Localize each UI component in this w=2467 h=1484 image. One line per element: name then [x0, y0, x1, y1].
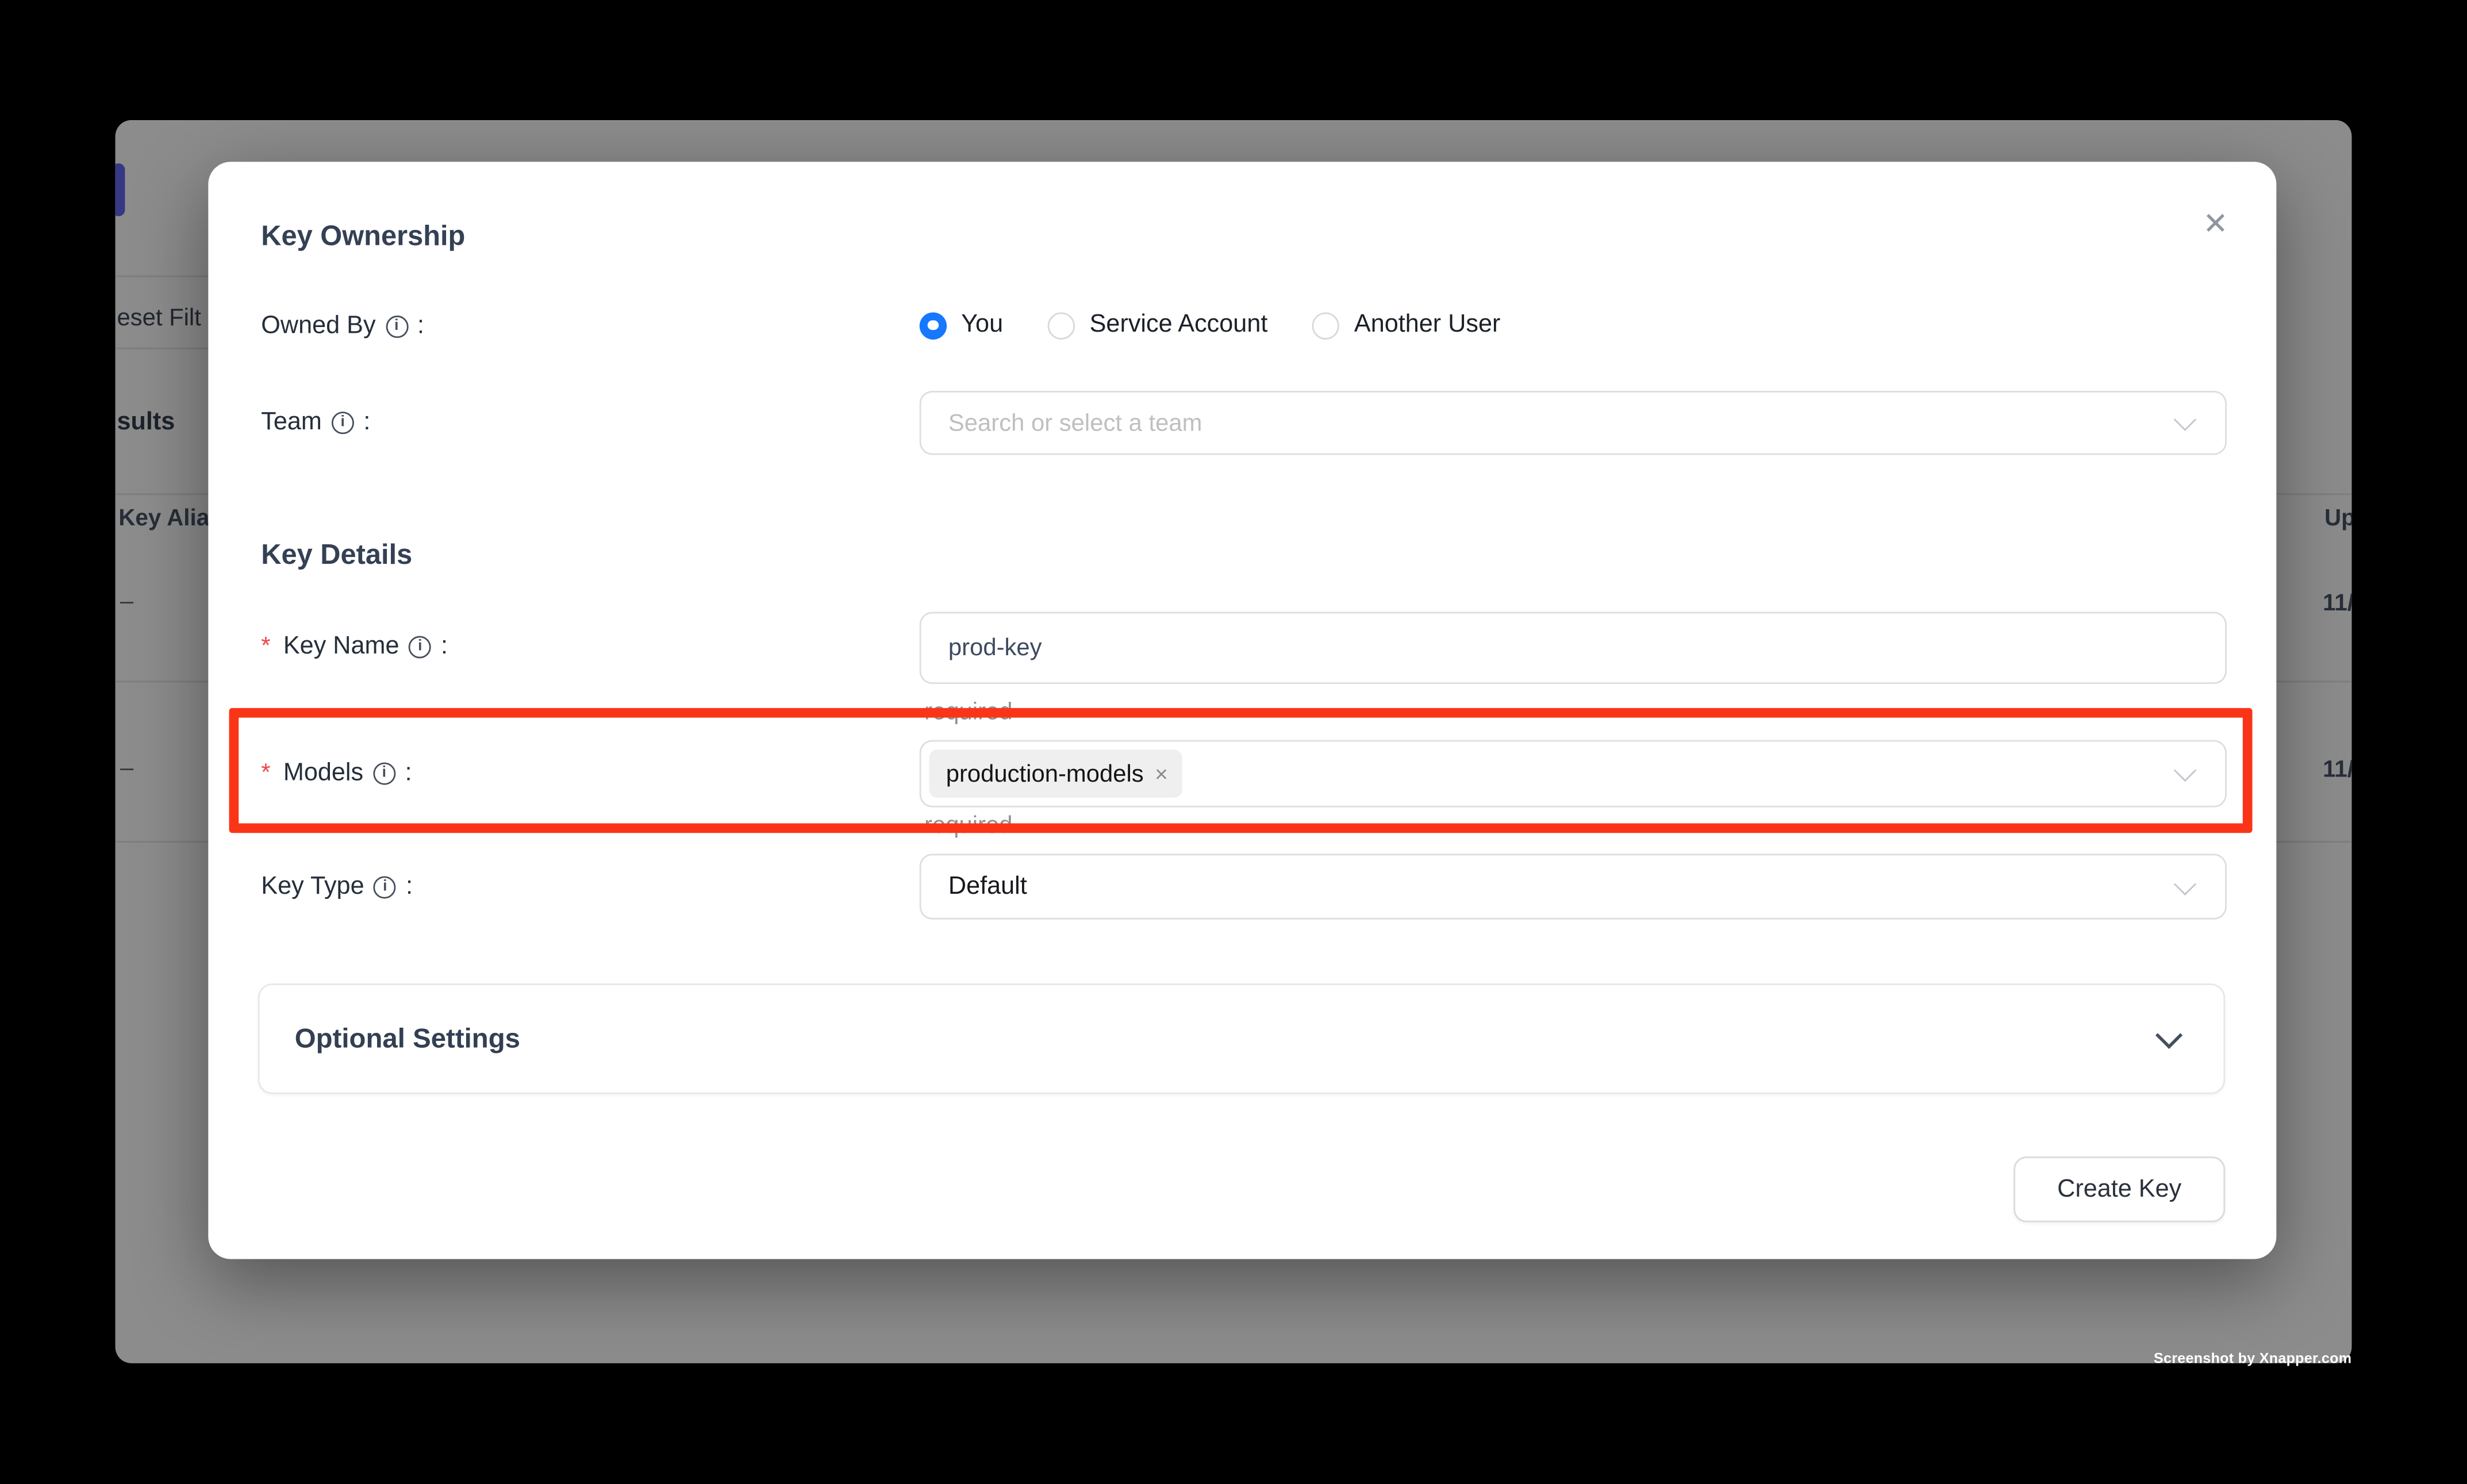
key-type-label-row: Key Type i : [261, 870, 413, 905]
key-type-select[interactable]: Default [920, 854, 2227, 919]
label-colon: : [417, 309, 424, 344]
chevron-down-icon [2174, 408, 2196, 430]
info-icon[interactable]: i [332, 412, 354, 434]
required-asterisk: * [261, 629, 270, 664]
key-type-label: Key Type [261, 870, 364, 905]
close-icon[interactable]: ✕ [2192, 202, 2240, 250]
label-colon: : [406, 870, 413, 905]
key-details-heading: Key Details [261, 537, 412, 572]
radio-option-service-account[interactable]: Service Account [1048, 311, 1267, 340]
optional-settings-label: Optional Settings [295, 1023, 520, 1055]
team-select-placeholder: Search or select a team [921, 409, 1202, 436]
team-select[interactable]: Search or select a team [920, 391, 2227, 455]
create-key-button[interactable]: Create Key [2013, 1156, 2225, 1222]
label-colon: : [441, 629, 448, 664]
radio-checked-icon [920, 312, 947, 339]
radio-option-another-user[interactable]: Another User [1312, 311, 1500, 340]
key-name-input[interactable]: prod-key [920, 612, 2227, 684]
owned-by-label-row: Owned By i : [261, 309, 424, 344]
key-name-label: Key Name [283, 629, 399, 664]
optional-settings-section[interactable]: Optional Settings [258, 983, 2225, 1094]
radio-unchecked-icon [1312, 312, 1339, 339]
key-type-value: Default [921, 872, 1027, 901]
key-name-value: prod-key [921, 635, 1042, 662]
info-icon[interactable]: i [385, 316, 408, 338]
info-icon[interactable]: i [409, 636, 431, 658]
info-icon[interactable]: i [374, 876, 396, 898]
radio-option-you[interactable]: You [920, 311, 1003, 340]
team-label-row: Team i : [261, 405, 370, 440]
owned-by-label: Owned By [261, 309, 375, 344]
screenshot-stage: eset Filt sults Key Alia Up – 11/ – 11/ … [0, 0, 2467, 1484]
annotation-highlight-rectangle [229, 708, 2253, 833]
radio-unchecked-icon [1048, 312, 1075, 339]
watermark-text: Screenshot by Xnapper.com [2154, 1350, 2351, 1366]
chevron-down-icon [2155, 1021, 2182, 1048]
owned-by-radio-group: You Service Account Another User [920, 311, 1501, 340]
modal-title: Key Ownership [261, 218, 465, 253]
key-name-label-row: * Key Name i : [261, 629, 448, 664]
label-colon: : [363, 405, 370, 440]
team-label: Team [261, 405, 322, 440]
chevron-down-icon [2174, 872, 2196, 894]
